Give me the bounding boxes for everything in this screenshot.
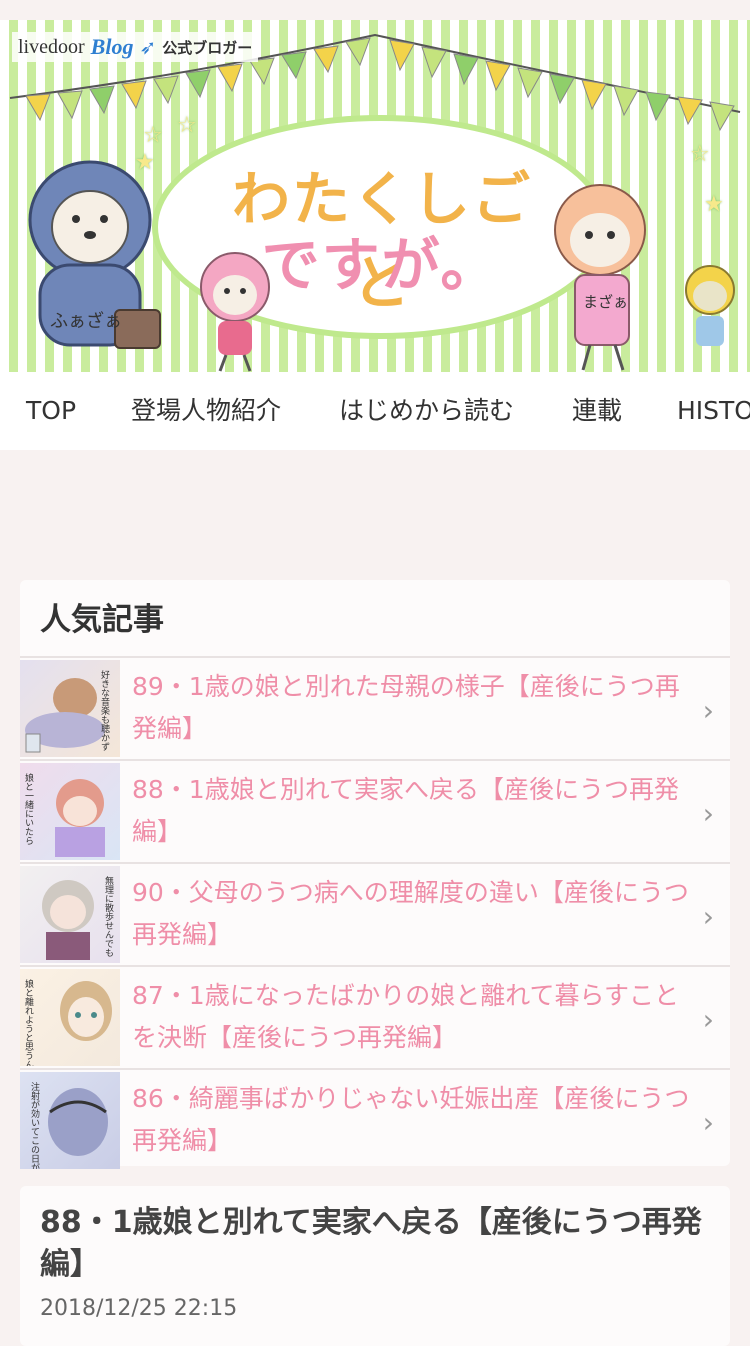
chevron-right-icon: › <box>702 1106 714 1139</box>
brand-blog: Blog <box>90 34 134 59</box>
popular-title: 人気記事 <box>40 602 164 638</box>
popular-item[interactable]: 好きな音楽も聴かず 89・1歳の娘と別れた母親の様子【産後にうつ再発編】 › <box>20 656 730 759</box>
article-thumbnail: 無理に散歩せんでも <box>20 866 120 963</box>
thumbnail-caption: 注射が効いてこの日が夕方まで <box>29 1081 40 1169</box>
chevron-right-icon: › <box>702 694 714 727</box>
brand-official: 公式ブロガー <box>162 38 253 57</box>
article-thumbnail: 好きな音楽も聴かず <box>20 660 120 757</box>
popular-item[interactable]: 娘と一緒にいたら 88・1歳娘と別れて実家へ戻る【産後にうつ再発編】 › <box>20 759 730 862</box>
article-thumbnail: 娘と離れようと思うんです <box>20 969 120 1066</box>
mother-label: まざぁ <box>583 293 628 311</box>
star-icon: ★ <box>135 150 155 175</box>
brand-livedoor: livedoor <box>18 35 85 58</box>
popular-item[interactable]: 注射が効いてこの日が夕方まで 86・綺麗事ばかりじゃない妊娠出産【産後にうつ再発… <box>20 1068 730 1171</box>
article-card: 88・1歳娘と別れて実家へ戻る【産後にうつ再発編】 2018/12/25 22:… <box>20 1186 730 1346</box>
thumbnail-caption: 無理に散歩せんでも <box>103 875 114 957</box>
star-icon: ☆ <box>690 142 710 167</box>
popular-item-title[interactable]: 87・1歳になったばかりの娘と離れて暮らすことを決断【産後にうつ再発編】 <box>132 975 692 1059</box>
popular-item-title[interactable]: 89・1歳の娘と別れた母親の様子【産後にうつ再発編】 <box>132 666 692 750</box>
mother-character: まざぁ <box>554 184 646 371</box>
article-thumbnail: 注射が効いてこの日が夕方まで <box>20 1072 120 1169</box>
article-title[interactable]: 88・1歳娘と別れて実家へ戻る【産後にうつ再発編】 <box>40 1202 710 1286</box>
star-icon: ☆ <box>177 113 197 138</box>
chevron-right-icon: › <box>702 797 714 830</box>
livedoor-blog-badge[interactable]: livedoor Blog ➶ 公式ブロガー <box>12 32 259 62</box>
popular-item[interactable]: 娘と離れようと思うんです 87・1歳になったばかりの娘と離れて暮らすことを決断【… <box>20 965 730 1068</box>
popular-item-title[interactable]: 90・父母のうつ病への理解度の違い【産後にうつ再発編】 <box>132 872 692 956</box>
thumbnail-caption: 娘と離れようと思うんです <box>23 978 34 1066</box>
chevron-right-icon: › <box>702 900 714 933</box>
header-banner[interactable]: livedoor Blog ➶ 公式ブロガー わたくしごと ですが。 ふぁざぁ … <box>0 20 750 372</box>
daughter-character <box>200 252 270 372</box>
main-nav: TOP 登場人物紹介 はじめから読む 連載 HISTORY <box>0 372 750 450</box>
nav-item-history[interactable]: HISTORY <box>677 372 750 450</box>
popular-item-title[interactable]: 88・1歳娘と別れて実家へ戻る【産後にうつ再発編】 <box>132 769 692 853</box>
popular-articles: 人気記事 好きな音楽も聴かず 89・1歳の娘と別れた母親の様子【産後にうつ再発編… <box>20 580 730 1169</box>
thumbnail-caption: 好きな音楽も聴かず <box>99 669 110 751</box>
blog-title-line2: ですが。 <box>261 231 501 299</box>
thumbnail-caption: 娘と一緒にいたら <box>23 772 34 845</box>
popular-item-title[interactable]: 86・綺麗事ばかりじゃない妊娠出産【産後にうつ再発編】 <box>132 1078 692 1162</box>
star-icon: ☆ <box>143 123 163 148</box>
nav-item-series[interactable]: 連載 <box>572 372 622 450</box>
popular-item[interactable]: 無理に散歩せんでも 90・父母のうつ病への理解度の違い【産後にうつ再発編】 › <box>20 862 730 965</box>
nav-item-characters[interactable]: 登場人物紹介 <box>131 372 281 450</box>
popular-list: 好きな音楽も聴かず 89・1歳の娘と別れた母親の様子【産後にうつ再発編】 › 娘… <box>20 656 730 1171</box>
child-character <box>685 265 735 346</box>
article-date: 2018/12/25 22:15 <box>40 1296 238 1321</box>
nav-item-top[interactable]: TOP <box>26 372 76 450</box>
star-icon: ★ <box>704 192 724 217</box>
article-thumbnail: 娘と一緒にいたら <box>20 763 120 860</box>
nav-item-start[interactable]: はじめから読む <box>339 372 514 450</box>
feather-icon: ➶ <box>139 36 157 59</box>
father-label: ふぁざぁ <box>50 310 122 332</box>
chevron-right-icon: › <box>702 1003 714 1036</box>
father-character: ふぁざぁ <box>28 160 161 349</box>
